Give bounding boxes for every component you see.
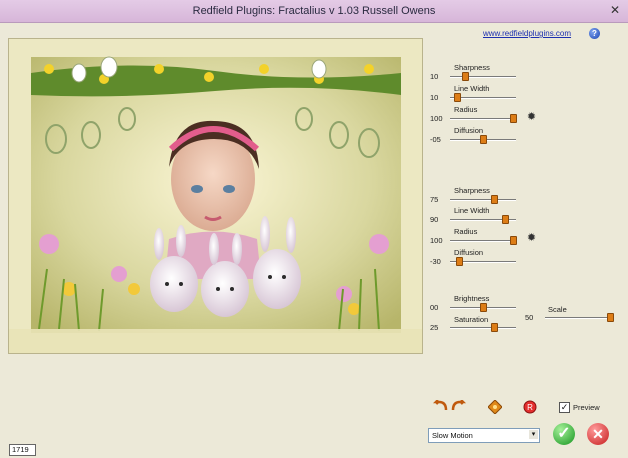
g1-sharpness-thumb[interactable] [462,72,469,81]
saturation-track[interactable] [450,327,516,329]
g1-gear-icon[interactable]: ✹ [526,112,537,123]
window-close-button[interactable]: ✕ [608,3,622,17]
chevron-down-icon[interactable]: ▾ [529,430,538,439]
g2-radius-value: 100 [430,236,443,245]
g1-radius-value: 100 [430,114,443,123]
g2-gear-icon[interactable]: ✹ [526,233,537,244]
preview-checkbox[interactable]: ✓ [559,402,570,413]
saturation-thumb[interactable] [490,323,498,332]
g1-diffusion-label: Diffusion [454,126,484,135]
g2-sharpness-value: 75 [430,195,439,204]
g2-diffusion-thumb[interactable] [456,257,463,266]
preview-image [8,38,423,354]
ok-button[interactable]: ✓ [553,423,575,445]
g1-linewidth-value: 10 [430,93,439,102]
g1-sharpness-value: 10 [430,72,439,81]
randomize-icon[interactable] [487,399,503,416]
g1-linewidth-thumb[interactable] [454,93,462,102]
title-bar: Redfield Plugins: Fractalius v 1.03 Russ… [0,0,628,23]
preview-illustration [9,39,422,353]
scale-track[interactable] [545,317,613,319]
redo-icon[interactable] [451,399,467,414]
g1-linewidth-label: Line Width [454,84,490,93]
g2-linewidth-thumb[interactable] [502,215,510,224]
scale-thumb[interactable] [607,313,614,322]
website-link[interactable]: www.redfieldplugins.com [483,29,571,38]
g1-radius-label: Radius [454,105,478,114]
g1-radius-thumb[interactable] [510,114,517,123]
g2-linewidth-label: Line Width [454,206,490,215]
g2-radius-thumb[interactable] [510,236,517,245]
svg-text:R: R [527,403,533,412]
undo-icon[interactable] [432,399,448,414]
saturation-value: 25 [430,323,439,332]
g1-sharpness-label: Sharpness [454,63,490,72]
preview-label: Preview [573,403,600,412]
g2-radius-track[interactable] [450,240,516,242]
g1-diffusion-value: -05 [430,135,441,144]
g1-diffusion-thumb[interactable] [480,135,487,144]
brightness-label: Brightness [454,294,490,303]
g2-sharpness-thumb[interactable] [490,195,498,204]
g2-radius-label: Radius [454,227,478,236]
g1-radius-track[interactable] [450,118,516,120]
g2-diffusion-label: Diffusion [454,248,484,257]
scale-value: 50 [525,313,534,322]
g2-diffusion-value: -30 [430,257,441,266]
cancel-button[interactable]: ✕ [587,423,609,445]
status-field: 1719 [9,444,36,456]
mode-select-value: Slow Motion [432,431,473,440]
mode-select[interactable]: Slow Motion ▾ [428,428,540,443]
scale-label: Scale [548,305,567,314]
g2-sharpness-label: Sharpness [454,186,490,195]
brightness-value: 00 [430,303,439,312]
g1-sharpness-track[interactable] [450,76,516,78]
reset-icon[interactable]: R [523,400,537,416]
window-title: Redfield Plugins: Fractalius v 1.03 Russ… [192,5,436,17]
brightness-thumb[interactable] [480,303,487,312]
help-icon[interactable]: ? [589,28,600,39]
g2-linewidth-value: 90 [430,215,439,224]
saturation-label: Saturation [454,315,489,324]
g2-sharpness-track[interactable] [450,199,516,201]
